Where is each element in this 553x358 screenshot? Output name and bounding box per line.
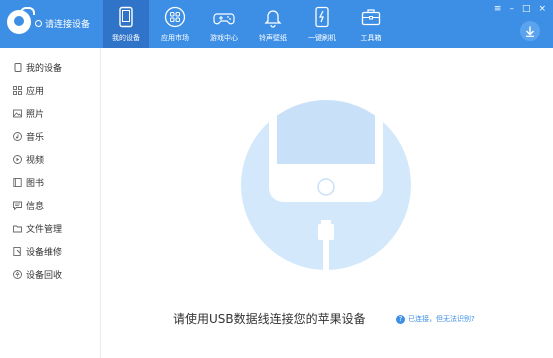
nav-label: 工具箱	[360, 34, 382, 42]
download-icon	[526, 26, 534, 37]
sidebar-item-label: 音乐	[26, 133, 45, 143]
menu-icon[interactable]: ≡	[494, 4, 502, 14]
flash-icon	[315, 6, 329, 28]
sidebar-item-label: 我的设备	[26, 64, 63, 74]
connect-instruction: 请使用USB数据线连接您的苹果设备	[173, 312, 366, 326]
sidebar-item-label: 视频	[26, 156, 45, 166]
phone-icon	[119, 6, 133, 28]
minimize-icon[interactable]: –	[509, 4, 514, 14]
app-logo	[7, 7, 35, 34]
book-icon	[13, 178, 22, 187]
sidebar-item-device-repair[interactable]: 设备维修	[0, 240, 100, 263]
video-icon	[13, 155, 22, 164]
bell-icon	[264, 10, 282, 28]
nav-app-market[interactable]: 应用市场	[152, 0, 198, 48]
sidebar-item-label: 文件管理	[26, 225, 63, 235]
repair-icon	[13, 247, 22, 256]
connect-device-illustration	[241, 100, 411, 270]
sidebar-item-messages[interactable]: 信息	[0, 194, 100, 217]
nav-label: 应用市场	[161, 34, 189, 42]
sidebar-item-my-device[interactable]: 我的设备	[0, 56, 100, 79]
close-icon[interactable]: ×	[538, 4, 546, 14]
gamepad-icon	[213, 13, 235, 25]
help-link-label: 已连接，但无法识别?	[408, 315, 475, 323]
connect-status[interactable]: 请连接设备	[35, 17, 90, 30]
music-icon	[13, 132, 22, 141]
sidebar-item-label: 设备维修	[26, 248, 63, 258]
sidebar-item-music[interactable]: 音乐	[0, 125, 100, 148]
nav-game-center[interactable]: 游戏中心	[201, 0, 247, 48]
maximize-icon[interactable]: □	[522, 4, 531, 14]
sidebar-item-books[interactable]: 图书	[0, 171, 100, 194]
nav-label: 铃声壁纸	[259, 34, 287, 42]
sidebar-item-label: 设备回收	[26, 271, 63, 281]
sidebar-item-device-recycle[interactable]: 设备回收	[0, 263, 100, 286]
nav-my-device[interactable]: 我的设备	[103, 0, 149, 48]
sidebar-item-label: 信息	[26, 202, 45, 212]
apps-icon	[13, 86, 22, 95]
download-button[interactable]	[520, 21, 540, 41]
app-window: 请连接设备 我的设备 应用市场 游戏中心 铃声壁纸 一键刷机 工具箱 ≡ – □…	[0, 0, 553, 358]
sidebar-item-apps[interactable]: 应用	[0, 79, 100, 102]
photo-icon	[13, 109, 22, 118]
main-content: 请使用USB数据线连接您的苹果设备 ? 已连接，但无法识别?	[101, 48, 553, 358]
top-nav: 我的设备 应用市场 游戏中心 铃声壁纸 一键刷机 工具箱	[103, 0, 397, 48]
nav-toolbox[interactable]: 工具箱	[348, 0, 394, 48]
nav-one-click-flash[interactable]: 一键刷机	[299, 0, 345, 48]
toolbox-icon	[361, 9, 381, 26]
question-icon: ?	[396, 314, 405, 324]
sidebar-item-file-manager[interactable]: 文件管理	[0, 217, 100, 240]
folder-icon	[13, 224, 22, 233]
nav-label: 游戏中心	[210, 34, 238, 42]
nav-ringtone-wallpaper[interactable]: 铃声壁纸	[250, 0, 296, 48]
connect-status-icon	[35, 20, 42, 27]
help-link[interactable]: ? 已连接，但无法识别?	[396, 314, 475, 324]
message-icon	[13, 201, 22, 210]
sidebar-item-video[interactable]: 视频	[0, 148, 100, 171]
sidebar-item-photos[interactable]: 照片	[0, 102, 100, 125]
nav-label: 一键刷机	[308, 34, 336, 42]
apps-icon	[164, 6, 186, 28]
connect-status-label: 请连接设备	[45, 20, 91, 30]
sidebar: 我的设备 应用 照片 音乐 视频 图书 信息 文件管理 设备维修 设备回收	[0, 48, 101, 358]
sidebar-item-label: 照片	[26, 110, 45, 120]
device-icon	[13, 63, 22, 72]
sidebar-item-label: 图书	[26, 179, 45, 189]
window-controls: ≡ – □ ×	[494, 4, 546, 14]
recycle-icon	[13, 270, 22, 279]
title-bar: 请连接设备 我的设备 应用市场 游戏中心 铃声壁纸 一键刷机 工具箱 ≡ – □…	[0, 0, 553, 48]
sidebar-item-label: 应用	[26, 87, 45, 97]
nav-label: 我的设备	[112, 34, 140, 42]
